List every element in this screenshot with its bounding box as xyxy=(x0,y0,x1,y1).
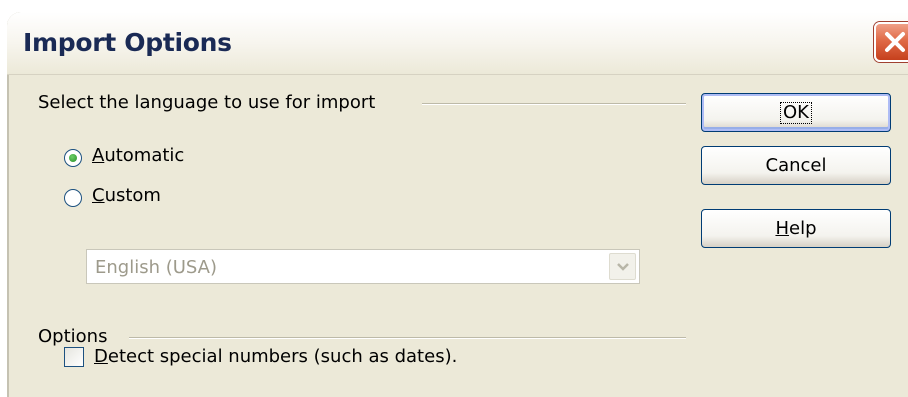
close-button[interactable] xyxy=(874,22,908,62)
options-group-divider xyxy=(129,337,686,339)
cancel-button-label: Cancel xyxy=(765,155,827,176)
language-select-value: English (USA) xyxy=(95,257,218,278)
language-select[interactable]: English (USA) xyxy=(86,249,640,284)
chevron-down-icon xyxy=(617,263,629,271)
close-icon xyxy=(885,32,905,52)
language-select-dropdown-button[interactable] xyxy=(609,253,636,280)
radio-automatic-label[interactable]: Automatic xyxy=(92,145,184,166)
dialog-body: Select the language to use for import Au… xyxy=(7,75,908,397)
import-options-dialog: Import Options Select the language to us… xyxy=(7,12,908,397)
radio-custom-label[interactable]: Custom xyxy=(92,185,161,206)
ok-button[interactable]: OK xyxy=(701,93,891,132)
detect-numbers-label[interactable]: Detect special numbers (such as dates). xyxy=(94,346,457,367)
radio-automatic[interactable] xyxy=(64,149,82,167)
radio-custom[interactable] xyxy=(64,189,82,207)
ok-button-label: OK xyxy=(780,101,812,124)
language-group-label: Select the language to use for import xyxy=(38,92,376,113)
cancel-button[interactable]: Cancel xyxy=(701,146,891,185)
help-button[interactable]: Help xyxy=(701,209,891,248)
title-bar[interactable]: Import Options xyxy=(7,12,908,75)
help-button-label: Help xyxy=(775,218,817,239)
language-group-divider xyxy=(422,103,686,105)
dialog-title: Import Options xyxy=(23,28,232,57)
detect-numbers-checkbox[interactable] xyxy=(64,347,84,367)
radio-selected-dot xyxy=(69,154,77,162)
options-group-label: Options xyxy=(38,326,108,347)
